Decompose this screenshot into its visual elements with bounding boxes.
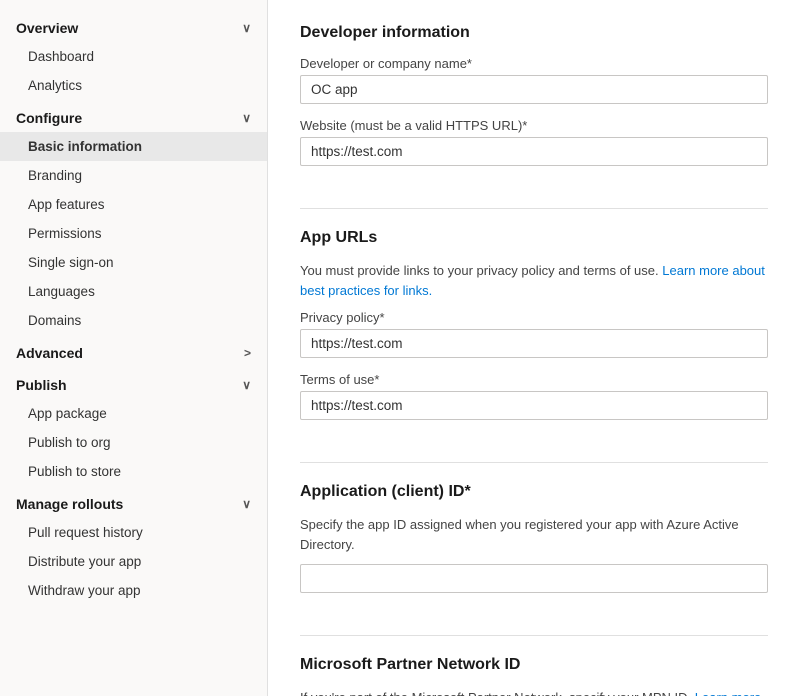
company-name-input[interactable] [300,75,768,104]
sidebar-item-app-features[interactable]: App features [0,190,267,219]
terms-of-use-input[interactable] [300,391,768,420]
sidebar-section-configure-label: Configure [16,110,82,126]
company-name-label: Developer or company name* [300,56,768,71]
sidebar-section-publish[interactable]: Publish ∨ [0,367,267,399]
app-id-input[interactable] [300,564,768,593]
sidebar-section-overview-label: Overview [16,20,78,36]
app-urls-description: You must provide links to your privacy p… [300,261,768,300]
developer-information-section: Developer information Developer or compa… [300,24,768,180]
sidebar-section-manage-rollouts[interactable]: Manage rollouts ∨ [0,486,267,518]
mpn-description-prefix: If you're part of the Microsoft Partner … [300,690,695,696]
app-id-title: Application (client) ID* [300,483,768,501]
divider-3 [300,635,768,636]
mpn-title: Microsoft Partner Network ID [300,656,768,674]
sidebar-item-domains[interactable]: Domains [0,306,267,335]
sidebar-section-overview[interactable]: Overview ∨ [0,10,267,42]
mpn-description: If you're part of the Microsoft Partner … [300,688,768,696]
sidebar-item-withdraw-your-app[interactable]: Withdraw your app [0,576,267,605]
sidebar-item-publish-to-org[interactable]: Publish to org [0,428,267,457]
sidebar-section-advanced[interactable]: Advanced > [0,335,267,367]
divider-1 [300,208,768,209]
terms-of-use-label: Terms of use* [300,372,768,387]
divider-2 [300,462,768,463]
mpn-section: Microsoft Partner Network ID If you're p… [300,656,768,696]
sidebar-section-manage-rollouts-label: Manage rollouts [16,496,123,512]
app-urls-title: App URLs [300,229,768,247]
chevron-down-icon: ∨ [242,497,251,511]
app-id-section: Application (client) ID* Specify the app… [300,483,768,607]
website-label: Website (must be a valid HTTPS URL)* [300,118,768,133]
app-urls-description-prefix: You must provide links to your privacy p… [300,263,662,278]
sidebar-section-advanced-label: Advanced [16,345,83,361]
sidebar-item-languages[interactable]: Languages [0,277,267,306]
sidebar-item-branding[interactable]: Branding [0,161,267,190]
sidebar-item-basic-information[interactable]: Basic information [0,132,267,161]
sidebar-item-dashboard[interactable]: Dashboard [0,42,267,71]
chevron-right-icon: > [244,346,251,360]
sidebar-section-publish-label: Publish [16,377,67,393]
sidebar-item-permissions[interactable]: Permissions [0,219,267,248]
sidebar-item-distribute-your-app[interactable]: Distribute your app [0,547,267,576]
app-id-description: Specify the app ID assigned when you reg… [300,515,768,554]
developer-information-title: Developer information [300,24,768,42]
chevron-down-icon: ∨ [242,21,251,35]
sidebar-item-analytics[interactable]: Analytics [0,71,267,100]
sidebar-item-single-sign-on[interactable]: Single sign-on [0,248,267,277]
website-input[interactable] [300,137,768,166]
chevron-down-icon: ∨ [242,378,251,392]
sidebar-item-pull-request-history[interactable]: Pull request history [0,518,267,547]
sidebar-item-app-package[interactable]: App package [0,399,267,428]
sidebar: Overview ∨ Dashboard Analytics Configure… [0,0,268,696]
chevron-down-icon: ∨ [242,111,251,125]
sidebar-item-publish-to-store[interactable]: Publish to store [0,457,267,486]
main-content: Developer information Developer or compa… [268,0,800,696]
privacy-policy-input[interactable] [300,329,768,358]
sidebar-section-configure[interactable]: Configure ∨ [0,100,267,132]
privacy-policy-label: Privacy policy* [300,310,768,325]
app-urls-section: App URLs You must provide links to your … [300,229,768,434]
